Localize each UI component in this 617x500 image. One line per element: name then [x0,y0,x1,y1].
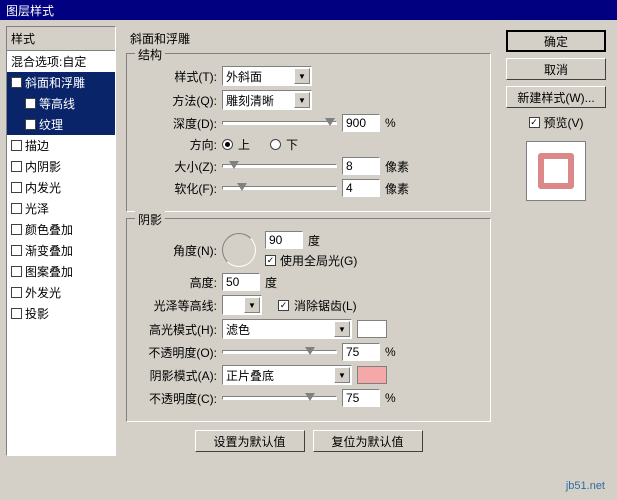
style-item[interactable]: 渐变叠加 [7,240,115,261]
shadow-opacity-slider[interactable] [222,396,337,400]
style-item[interactable]: 光泽 [7,198,115,219]
window-title: 图层样式 [6,2,54,19]
style-item[interactable]: 纹理 [7,114,115,135]
global-light-checkbox[interactable]: ✓ [265,255,276,266]
style-checkbox[interactable] [25,98,36,109]
chevron-down-icon[interactable]: ▼ [244,297,260,313]
style-checkbox[interactable] [11,308,22,319]
style-checkbox[interactable] [11,224,22,235]
style-checkbox[interactable] [11,266,22,277]
style-checkbox[interactable] [11,182,22,193]
highlight-opacity-input[interactable]: 75 [342,343,380,361]
depth-slider[interactable] [222,121,337,125]
shadow-mode-combo[interactable]: 正片叠底▼ [222,365,352,385]
style-combo[interactable]: 外斜面▼ [222,66,312,86]
style-checkbox[interactable]: ✓ [11,77,22,88]
style-item[interactable]: 内发光 [7,177,115,198]
style-item[interactable]: 等高线 [7,93,115,114]
style-item[interactable]: 颜色叠加 [7,219,115,240]
shading-group: 阴影 角度(N): 90度 ✓使用全局光(G) 高度: 50度 光泽等高线: ▼ [126,218,491,422]
chevron-down-icon[interactable]: ▼ [294,68,310,84]
style-item[interactable]: 图案叠加 [7,261,115,282]
preview-thumbnail [526,141,586,201]
blend-options[interactable]: 混合选项:自定 [7,51,115,72]
highlight-mode-combo[interactable]: 滤色▼ [222,319,352,339]
technique-combo[interactable]: 雕刻清晰▼ [222,90,312,110]
size-input[interactable]: 8 [342,157,380,175]
chevron-down-icon[interactable]: ▼ [294,92,310,108]
dir-down-radio[interactable] [270,139,281,150]
antialias-checkbox[interactable]: ✓ [278,300,289,311]
gloss-contour[interactable]: ▼ [222,295,262,315]
chevron-down-icon[interactable]: ▼ [334,321,350,337]
style-checkbox[interactable] [11,287,22,298]
styles-head[interactable]: 样式 [7,27,115,51]
soften-slider[interactable] [222,186,337,190]
altitude-input[interactable]: 50 [222,273,260,291]
dir-up-radio[interactable] [222,139,233,150]
section-title: 斜面和浮雕 [130,30,491,47]
preview-checkbox[interactable]: ✓ [529,117,540,128]
settings-panel: 斜面和浮雕 结构 样式(T): 外斜面▼ 方法(Q): 雕刻清晰▼ 深度(D):… [122,26,495,456]
new-style-button[interactable]: 新建样式(W)... [506,86,606,108]
depth-input[interactable]: 900 [342,114,380,132]
styles-panel: 样式 混合选项:自定 ✓斜面和浮雕等高线纹理描边内阴影内发光光泽颜色叠加渐变叠加… [6,26,116,456]
style-item[interactable]: 投影 [7,303,115,324]
size-slider[interactable] [222,164,337,168]
style-checkbox[interactable] [11,161,22,172]
ok-button[interactable]: 确定 [506,30,606,52]
reset-default-button[interactable]: 复位为默认值 [313,430,423,452]
watermark: jb51.net [566,480,605,492]
chevron-down-icon[interactable]: ▼ [334,367,350,383]
style-item[interactable]: 外发光 [7,282,115,303]
style-checkbox[interactable] [11,203,22,214]
cancel-button[interactable]: 取消 [506,58,606,80]
angle-dial[interactable] [222,233,256,267]
style-item[interactable]: 描边 [7,135,115,156]
angle-input[interactable]: 90 [265,231,303,249]
style-checkbox[interactable] [11,245,22,256]
set-default-button[interactable]: 设置为默认值 [195,430,305,452]
shadow-color[interactable] [357,366,387,384]
structure-group: 结构 样式(T): 外斜面▼ 方法(Q): 雕刻清晰▼ 深度(D): 900 %… [126,53,491,212]
style-checkbox[interactable] [25,119,36,130]
style-checkbox[interactable] [11,140,22,151]
highlight-color[interactable] [357,320,387,338]
title-bar: 图层样式 [0,0,617,20]
right-panel: 确定 取消 新建样式(W)... ✓预览(V) [501,26,611,456]
style-item[interactable]: ✓斜面和浮雕 [7,72,115,93]
soften-input[interactable]: 4 [342,179,380,197]
shadow-opacity-input[interactable]: 75 [342,389,380,407]
style-item[interactable]: 内阴影 [7,156,115,177]
highlight-opacity-slider[interactable] [222,350,337,354]
